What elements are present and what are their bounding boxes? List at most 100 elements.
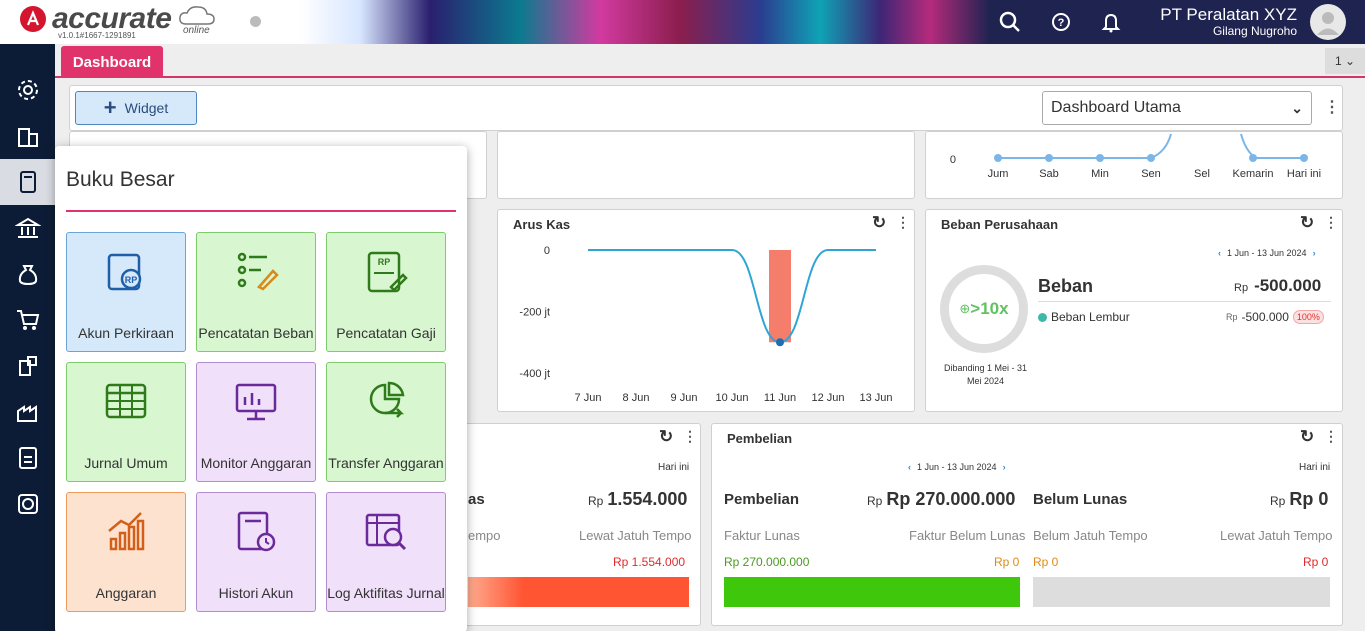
top-chart-x-label: Kemarin (1233, 168, 1274, 180)
search-icon[interactable] (996, 8, 1024, 36)
chevron-left-icon[interactable]: ‹ (908, 462, 911, 472)
tile-histori-akun[interactable]: Histori Akun (196, 492, 316, 612)
top-chart-y-zero: 0 (950, 154, 956, 166)
arus-kas-x-label: 10 Jun (715, 392, 748, 404)
accurate-logo-icon (20, 6, 46, 32)
top-chart-point (994, 154, 1002, 162)
arus-kas-point (776, 338, 784, 347)
plus-icon: + (103, 95, 117, 120)
divider (1038, 301, 1331, 302)
belum-lunas-bar (1033, 577, 1330, 607)
top-chart-x-label: Min (1091, 168, 1109, 180)
factory-icon (16, 405, 37, 422)
top-chart-x-label: Sen (1141, 168, 1161, 180)
arus-kas-chart: 0 -200 jt -400 jt 7 Jun 8 Jun 9 Jun 10 Jun 11 J… (519, 245, 892, 404)
legend-dot (1038, 312, 1047, 322)
chevron-left-icon[interactable]: ‹ (1218, 248, 1221, 258)
sidebar-item-company[interactable] (0, 113, 55, 159)
tab-strip (55, 44, 1365, 78)
account-icon: RP (107, 253, 142, 291)
beban-title: Beban Perusahaan (941, 217, 1059, 232)
budget-chart-icon (108, 512, 145, 551)
sidebar-item-factory[interactable] (0, 389, 55, 435)
tax-icon (18, 447, 37, 469)
card-menu-icon[interactable]: ⋮ (1324, 214, 1338, 231)
sidebar-item-bank[interactable] (0, 205, 55, 251)
arus-kas-x-label: 13 Jun (859, 392, 892, 404)
user-name[interactable]: Gilang Nugroho (1100, 24, 1297, 38)
widget-label: Widget (124, 100, 169, 116)
add-widget-button[interactable]: + Widget (75, 91, 197, 125)
salary-icon: RP (367, 251, 408, 293)
penjualan-value: Rp 1.554.000 (588, 489, 688, 509)
beban-item-value: Rp -500.000 100% (1226, 310, 1324, 324)
tile-log-aktifitas-jurnal[interactable]: Log Aktifitas Jurnal (326, 492, 446, 612)
arus-kas-y-label: -400 jt (519, 368, 550, 380)
transfer-icon (369, 381, 405, 418)
arus-kas-x-label: 12 Jun (811, 392, 844, 404)
arus-kas-x-label: 8 Jun (623, 392, 650, 404)
logo-online: online (183, 25, 210, 36)
tile-pencatatan-beban[interactable]: Pencatatan Beban (196, 232, 316, 352)
dashboard-select[interactable]: Dashboard Utama ⌄ (1042, 91, 1312, 125)
chevron-right-icon[interactable]: › (1003, 462, 1006, 472)
arus-kas-line (588, 249, 876, 344)
beban-ring: ⊕ >10x (940, 265, 1028, 353)
refresh-icon[interactable]: ↻ (1300, 213, 1314, 233)
svg-text:RP: RP (378, 257, 391, 267)
tile-monitor-anggaran[interactable]: Monitor Anggaran (196, 362, 316, 482)
refresh-icon[interactable]: ↻ (1300, 427, 1314, 447)
tab-dashboard[interactable]: Dashboard (61, 46, 163, 78)
down-arrow-icon: ⊕ (959, 301, 971, 316)
top-chart-point (1300, 154, 1308, 162)
tile-akun-perkiraan[interactable]: RP Akun Perkiraan (66, 232, 186, 352)
card-menu-icon[interactable]: ⋮ (1324, 428, 1338, 445)
journal-grid-icon (105, 383, 147, 419)
version-text: v1.0.1#1667-1291891 (58, 31, 136, 40)
gear-icon (17, 80, 38, 100)
inventory-icon (18, 356, 37, 376)
arus-kas-x-label: 7 Jun (575, 392, 602, 404)
toolbar-menu-icon[interactable]: ⋮ (1324, 97, 1340, 117)
tile-pencatatan-gaji[interactable]: RP Pencatatan Gaji (326, 232, 446, 352)
sidebar-item-settings[interactable] (0, 67, 55, 113)
bank-icon (14, 217, 41, 238)
svg-text:RP: RP (125, 275, 138, 285)
arus-kas-y-label: 0 (544, 245, 550, 257)
svg-text:?: ? (1058, 17, 1065, 29)
top-chart-point (1096, 154, 1104, 162)
expense-list-icon (237, 252, 279, 291)
card-top-middle (497, 131, 915, 199)
top-chart-x-label: Hari ini (1287, 168, 1321, 180)
sidebar-item-sales[interactable] (0, 251, 55, 297)
card-top-right: 0 Jum Sab Min Sen Sel Kemarin Hari ini (925, 131, 1343, 199)
building-icon (17, 128, 38, 147)
status-dot (250, 16, 261, 27)
monitor-icon (235, 383, 277, 421)
top-chart-x-label: Sab (1039, 168, 1059, 180)
tile-jurnal-umum[interactable]: Jurnal Umum (66, 362, 186, 482)
card-menu-icon[interactable]: ⋮ (683, 428, 697, 445)
help-icon[interactable]: ? (1047, 8, 1075, 36)
sidebar-item-ledger[interactable] (0, 159, 55, 205)
pembelian-value: Rp Rp 270.000.000 (867, 489, 1016, 509)
sidebar-item-tax[interactable] (0, 435, 55, 481)
avatar[interactable] (1310, 4, 1346, 40)
company-name[interactable]: PT Peralatan XYZ (1100, 5, 1297, 25)
card-arus-kas: Arus Kas ↻ ⋮ 0 -200 jt -400 jt 7 Jun 8 Jun 9 … (497, 209, 915, 412)
refresh-icon[interactable]: ↻ (659, 427, 673, 447)
beban-item[interactable]: Beban Lembur (1038, 310, 1130, 324)
sidebar-item-inventory[interactable] (0, 343, 55, 389)
pembelian-date-range[interactable]: ‹ 1 Jun - 13 Jun 2024 › (908, 462, 1006, 472)
sidebar-item-purchase[interactable] (0, 297, 55, 343)
tile-transfer-anggaran[interactable]: Transfer Anggaran (326, 362, 446, 482)
card-pembelian: Pembelian ↻ ⋮ ‹ 1 Jun - 13 Jun 2024 › Ha… (711, 423, 1343, 626)
tile-anggaran[interactable]: Anggaran (66, 492, 186, 612)
chevron-down-icon: ⌄ (1344, 54, 1356, 68)
top-chart-point (1249, 154, 1257, 162)
page-indicator[interactable]: 1 ⌄ (1325, 48, 1365, 74)
chevron-right-icon[interactable]: › (1313, 248, 1316, 258)
beban-date-range[interactable]: ‹ 1 Jun - 13 Jun 2024 › (1218, 248, 1316, 258)
sidebar-item-report[interactable] (0, 481, 55, 527)
cart-icon (16, 310, 39, 330)
